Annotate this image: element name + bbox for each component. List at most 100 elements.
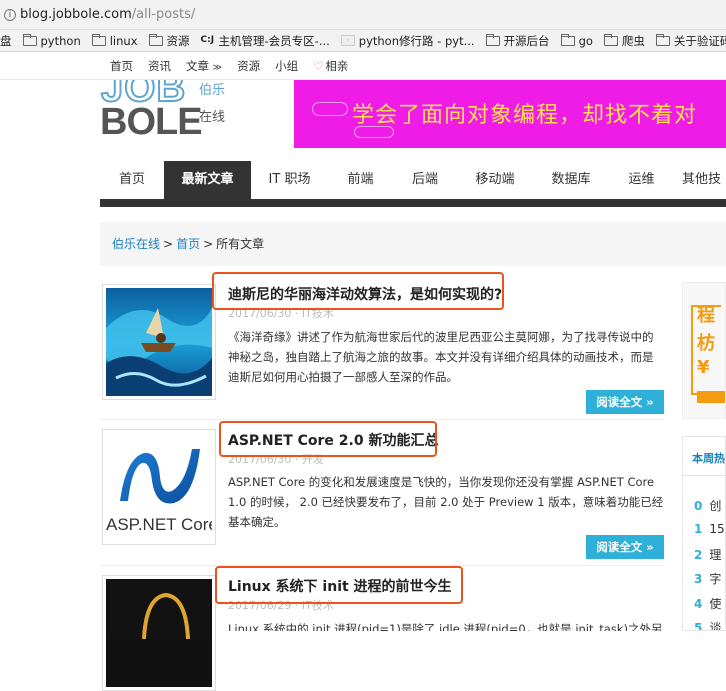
thumb-caption: ASP.NET Core: [106, 515, 212, 534]
hot-article-title: 15: [709, 522, 725, 536]
hot-article-item[interactable]: 2理: [694, 546, 721, 563]
rank-number: 2: [694, 548, 703, 562]
topnav-articles-label: 文章: [186, 59, 209, 73]
read-more-button[interactable]: 阅读全文 »: [586, 535, 664, 559]
bookmark-label: 爬虫: [621, 33, 645, 48]
ad-char: 程: [697, 305, 715, 326]
bookmark-folder-resources[interactable]: 资源: [148, 33, 190, 49]
folder-icon: [560, 33, 575, 46]
hot-article-item[interactable]: 3字: [694, 570, 721, 587]
title-highlight-box: [219, 421, 437, 457]
logo-bole: BOLE: [100, 101, 203, 143]
topnav-news[interactable]: 资讯: [148, 58, 171, 74]
rank-number: 4: [694, 597, 703, 611]
breadcrumb: 伯乐在线 > 首页 > 所有文章: [100, 222, 726, 266]
breadcrumb-current: 所有文章: [216, 237, 265, 251]
nav-database[interactable]: 数据库: [533, 161, 609, 199]
topnav-home[interactable]: 首页: [110, 58, 133, 74]
jobbole-logo[interactable]: JOB 伯乐 BOLE 在线: [100, 80, 230, 146]
hot-articles-title: 本周热门文章: [692, 452, 725, 465]
bookmark-label: 主机管理-会员专区-...: [218, 33, 330, 48]
bookmark-label: 资源: [166, 33, 190, 48]
bookmark-label: 开源后台: [503, 33, 550, 48]
nav-home[interactable]: 首页: [100, 161, 164, 199]
hot-article-title: 理: [709, 548, 722, 562]
rank-number: 0: [694, 499, 703, 513]
hot-article-item[interactable]: 5谈: [694, 619, 722, 631]
bookmark-label: python修行路 - pyt...: [358, 33, 475, 48]
bookmark-folder-go[interactable]: go: [560, 33, 593, 48]
nav-latest-articles[interactable]: 最新文章: [164, 161, 251, 199]
post-thumbnail[interactable]: [102, 284, 216, 400]
rank-number: 3: [694, 572, 703, 586]
post-thumbnail[interactable]: ASP.NET Core: [102, 429, 216, 545]
folder-icon: [22, 33, 37, 46]
box-divider: [683, 475, 725, 476]
hot-article-title: 字: [709, 572, 722, 586]
nav-it-career[interactable]: IT 职场: [251, 161, 328, 199]
post-excerpt: 《海洋奇缘》讲述了作为航海世家后代的波里尼西亚公主莫阿娜，为了找寻传说中的神秘之…: [228, 330, 654, 384]
topnav-articles[interactable]: 文章 ≫: [186, 58, 222, 74]
bookmark-folder-crawler[interactable]: 爬虫: [603, 33, 645, 49]
breadcrumb-separator: >: [203, 237, 214, 251]
nav-ops[interactable]: 运维: [609, 161, 674, 199]
read-more-button[interactable]: 阅读全文 »: [586, 390, 664, 414]
banner-ad[interactable]: 学会了面向对象编程，却找不着对: [294, 80, 726, 148]
bookmark-host-admin[interactable]: C:J 主机管理-会员专区-...: [201, 33, 330, 49]
post-excerpt: Linux 系统中的 init 进程(pid=1)是除了 idle 进程(pid…: [228, 622, 663, 631]
linux-init-image: [106, 579, 212, 687]
nav-other[interactable]: 其他技: [674, 161, 726, 199]
bookmark-label: linux: [109, 33, 138, 48]
ad-char: 枋: [697, 333, 715, 354]
nav-frontend[interactable]: 前端: [328, 161, 393, 199]
breadcrumb-site[interactable]: 伯乐在线: [112, 237, 160, 251]
sidebar-ad[interactable]: 程 枋 ¥: [682, 282, 726, 419]
folder-icon: [148, 33, 163, 46]
rank-number: 1: [694, 522, 703, 536]
bookmark-folder-opensource[interactable]: 开源后台: [485, 33, 550, 49]
url-host: blog.jobbole.com: [20, 7, 132, 22]
bookmark-folder-python[interactable]: python: [22, 33, 81, 48]
post-thumbnail[interactable]: [102, 575, 216, 691]
bookmark-label: 关于验证码: [673, 33, 726, 48]
bookmarks-bar: 盘 python linux 资源 C:J 主机管理-会员专区-... ◦ pyth…: [0, 30, 726, 52]
ad-bar: [697, 391, 725, 403]
bookmark-item[interactable]: 盘: [0, 33, 12, 49]
post-divider: [100, 419, 664, 420]
favicon-icon: ◦: [340, 35, 355, 46]
topnav-resources[interactable]: 资源: [237, 58, 260, 74]
bookmark-python-path[interactable]: ◦ python修行路 - pyt...: [340, 33, 475, 49]
topnav-dating[interactable]: ♡ 相亲: [313, 58, 348, 74]
heart-icon: ♡: [313, 59, 324, 73]
title-highlight-box: [215, 566, 463, 604]
hot-article-item[interactable]: 1 15: [694, 522, 725, 536]
breadcrumb-home[interactable]: 首页: [176, 237, 200, 251]
bookmark-folder-linux[interactable]: linux: [91, 33, 138, 48]
banner-decoration: [312, 102, 348, 116]
hot-article-item[interactable]: 0创: [694, 497, 721, 514]
hot-article-title: 谈: [709, 621, 722, 631]
folder-icon: [91, 33, 106, 46]
nav-backend[interactable]: 后端: [393, 161, 457, 199]
bookmark-label: go: [578, 33, 593, 48]
post-excerpt: ASP.NET Core 的变化和发展速度是飞快的，当你发现你还没有掌握 ASP…: [228, 475, 664, 529]
main-nav: 首页 最新文章 IT 职场 前端 后端 移动端 数据库 运维 其他技: [100, 161, 726, 199]
breadcrumb-separator: >: [163, 237, 174, 251]
folder-icon: [485, 33, 500, 46]
hot-article-item[interactable]: 4使: [694, 595, 721, 612]
ad-char: ¥: [697, 357, 710, 378]
address-bar[interactable]: i blog.jobbole.com/all-posts/: [0, 0, 726, 30]
nav-mobile[interactable]: 移动端: [457, 161, 533, 199]
chevron-down-icon: ≫: [212, 63, 223, 73]
logo-le: 伯乐: [199, 83, 226, 98]
hot-articles-box: 本周热门文章 0创 1 15 2理 3字 4使 5谈: [682, 436, 726, 631]
hot-article-title: 使: [709, 597, 722, 611]
bookmark-folder-captcha[interactable]: 关于验证码: [655, 33, 726, 49]
rank-number: 5: [694, 621, 703, 631]
bookmark-label: python: [40, 33, 81, 48]
info-icon[interactable]: i: [4, 8, 16, 21]
folder-icon: [603, 33, 618, 46]
moana-ocean-image: [106, 288, 212, 396]
banner-text: 学会了面向对象编程，却找不着对: [352, 103, 698, 128]
topnav-groups[interactable]: 小组: [275, 58, 298, 74]
